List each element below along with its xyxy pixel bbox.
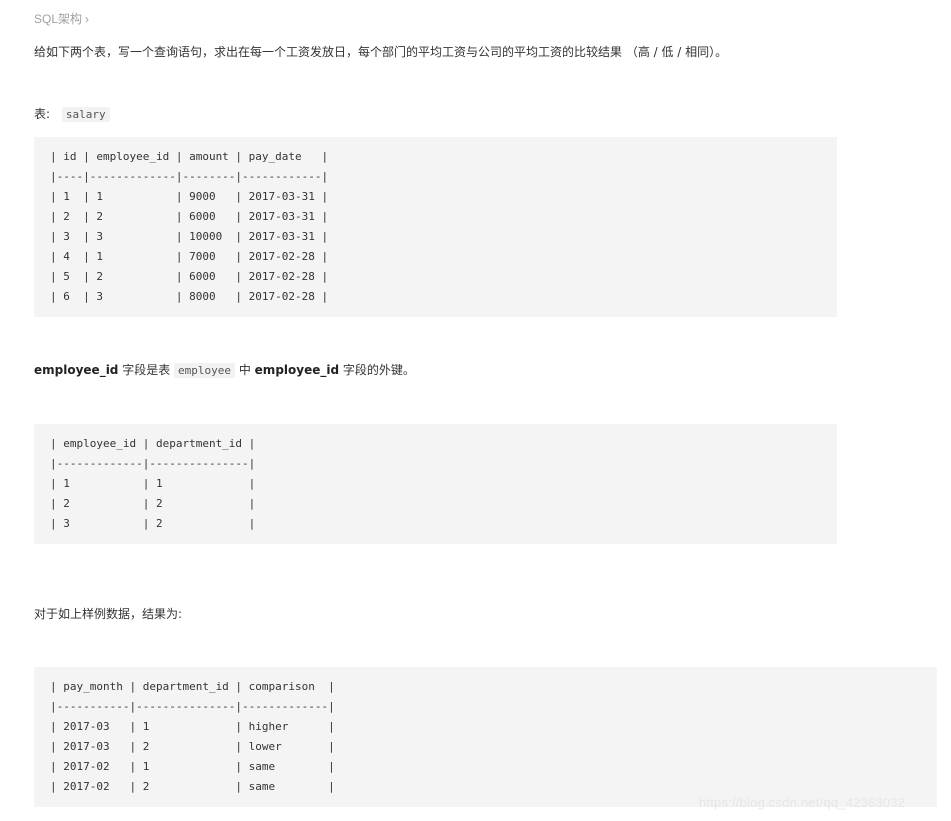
employee-table-block: | employee_id | department_id | |-------… bbox=[34, 424, 837, 544]
result-table-block: | pay_month | department_id | comparison… bbox=[34, 667, 937, 807]
fk-text-1: 字段是表 bbox=[118, 363, 175, 377]
salary-table-caption: 表: salary bbox=[34, 105, 110, 124]
salary-table-text: | id | employee_id | amount | pay_date |… bbox=[50, 150, 329, 303]
breadcrumb-label[interactable]: SQL架构 bbox=[34, 10, 82, 27]
fk-table-name: employee bbox=[174, 363, 236, 378]
foreign-key-note: employee_id 字段是表 employee 中 employee_id … bbox=[34, 361, 415, 380]
question-text: 给如下两个表，写一个查询语句，求出在每一个工资发放日，每个部门的平均工资与公司的… bbox=[34, 45, 728, 59]
result-intro-text: 对于如上样例数据，结果为: bbox=[34, 607, 183, 621]
employee-table-text: | employee_id | department_id | |-------… bbox=[50, 437, 256, 530]
watermark: https://blog.csdn.net/qq_42363032 bbox=[699, 795, 906, 810]
breadcrumb[interactable]: SQL架构 › bbox=[34, 10, 89, 27]
fk-field-1: employee_id bbox=[34, 363, 119, 377]
fk-text-2: 中 bbox=[235, 363, 255, 377]
fk-field-2: employee_id bbox=[254, 363, 340, 377]
salary-table-block: | id | employee_id | amount | pay_date |… bbox=[34, 137, 837, 317]
chevron-right-icon: › bbox=[85, 11, 90, 26]
salary-table-name: salary bbox=[61, 107, 110, 122]
result-table-text: | pay_month | department_id | comparison… bbox=[50, 680, 335, 793]
fk-text-3: 字段的外键。 bbox=[339, 363, 415, 377]
caption-prefix: 表: bbox=[34, 107, 51, 121]
